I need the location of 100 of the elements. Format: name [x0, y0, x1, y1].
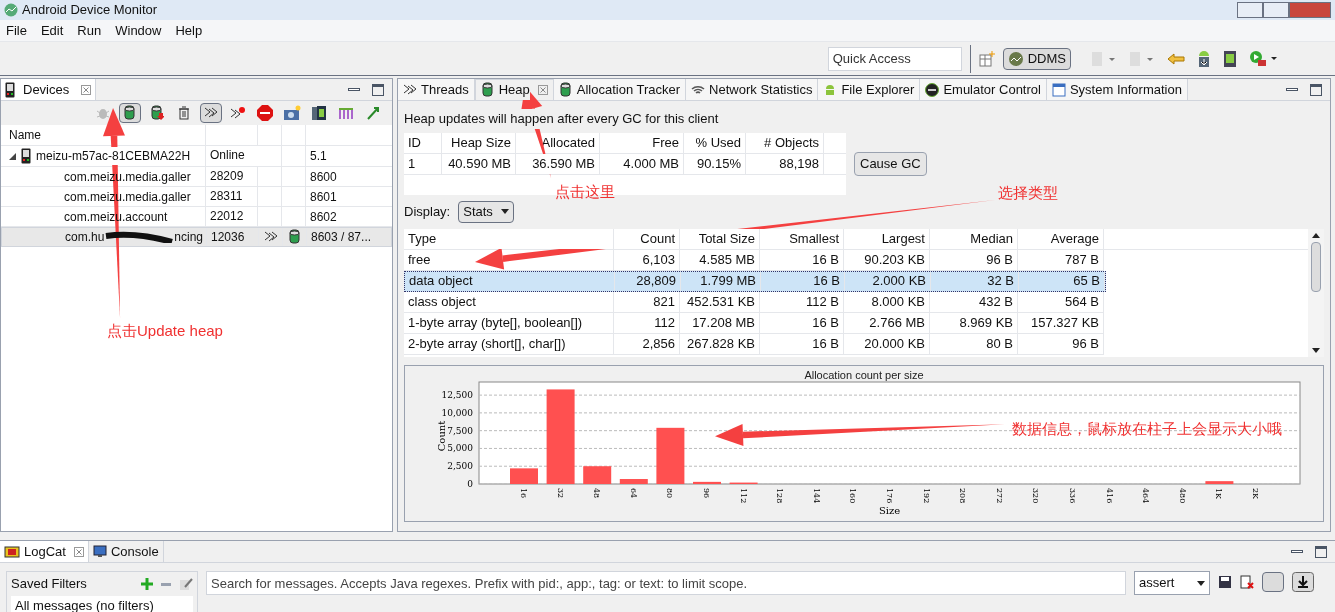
table-cell: 65 B [1019, 271, 1105, 291]
trash-icon [178, 106, 190, 120]
table-cell: 8.969 KB [930, 312, 1018, 333]
tab[interactable]: Emulator Control [920, 79, 1047, 100]
annotation-text: 点击Update heap [107, 321, 223, 341]
remove-icon[interactable] [161, 582, 171, 586]
expand-arrow-icon[interactable] [9, 152, 16, 160]
annotation-text: 点击这里 [555, 182, 615, 202]
caret-icon [1197, 580, 1205, 586]
database-icon [287, 229, 302, 245]
client-row[interactable]: com.hu ncing 12036 8603 / 87... [1, 227, 392, 247]
scrollbar[interactable] [1308, 228, 1324, 357]
tab[interactable]: Threads [398, 79, 475, 100]
x-tick-label: 464 [1141, 487, 1151, 503]
table-cell: 787 B [1018, 249, 1104, 270]
tab[interactable]: Heap [474, 79, 554, 100]
client-port: 8600 [309, 168, 338, 186]
app-logo-icon [4, 3, 18, 17]
toolbar-button[interactable] [119, 103, 141, 123]
client-pid: 28311 [206, 187, 258, 206]
close-icon[interactable] [73, 546, 84, 557]
bar[interactable] [546, 388, 575, 484]
phone-icon [21, 148, 31, 164]
y-tick-label: 5,000 [447, 442, 473, 453]
minimize-icon[interactable] [1286, 88, 1298, 91]
menu-item[interactable]: Window [115, 20, 162, 41]
close-icon[interactable] [537, 85, 548, 95]
menu-item[interactable]: Help [175, 20, 203, 41]
chart-title: Allocation count per size [804, 368, 924, 381]
close-icon[interactable] [81, 84, 92, 95]
window-icon [1051, 82, 1066, 97]
table-row[interactable]: data object 28,809 1.799 MB 16 B 2.000 KB 32 B 65 B [404, 270, 1106, 292]
table-cell: 1-byte array (byte[], boolean[]) [404, 312, 614, 333]
maximize-icon[interactable] [1315, 545, 1327, 558]
x-tick-label: 96 [702, 487, 711, 498]
table-cell: 112 [614, 312, 680, 333]
table-cell: class object [404, 291, 614, 312]
maximize-icon[interactable] [372, 83, 384, 96]
scroll-lock-icon[interactable] [1292, 572, 1314, 592]
x-tick-label: 2K [1251, 487, 1260, 499]
filter-item[interactable]: All messages (no filters) [11, 596, 193, 612]
run-icon[interactable] [1249, 49, 1279, 68]
table-row[interactable]: 2-byte array (short[], char[]) 2,856 267.828 KB 16 B 20.000 KB 80 B 96 B [404, 333, 1104, 355]
bar[interactable] [693, 481, 721, 484]
client-port: 8601 [309, 188, 338, 206]
clear-log-icon[interactable] [1240, 575, 1254, 589]
cause-gc-button[interactable]: Cause GC [854, 151, 927, 176]
table-cell: 8.000 KB [844, 291, 930, 312]
menu-item[interactable]: File [6, 20, 27, 41]
device-screen-icon[interactable] [1223, 49, 1237, 68]
tab[interactable]: Allocation Tracker [553, 79, 687, 100]
scroll-down-icon [1312, 347, 1320, 353]
threads-icon [204, 106, 218, 120]
add-icon[interactable] [141, 578, 153, 590]
table-cell: 80 B [930, 333, 1018, 354]
minimize-icon[interactable] [1291, 550, 1303, 553]
x-tick-label: 208 [958, 487, 968, 503]
column-header: Count [614, 228, 680, 249]
open-perspective-icon[interactable] [978, 50, 995, 67]
annotation-text: 选择类型 [998, 183, 1058, 203]
toolbar-button[interactable] [200, 103, 222, 123]
menu-item[interactable]: Edit [40, 20, 64, 41]
table-row[interactable]: class object 821 452.531 KB 112 B 8.000 KB 432 B 564 B [404, 291, 1104, 313]
threads-icon [403, 82, 417, 97]
tab[interactable]: LogCat [0, 541, 89, 562]
back-icon[interactable] [1167, 51, 1185, 66]
install-icon[interactable] [1197, 49, 1211, 68]
display-dropdown[interactable]: Stats [458, 200, 514, 223]
menu-item[interactable]: Run [77, 20, 102, 41]
tab[interactable]: File Explorer [818, 79, 921, 100]
tab[interactable]: Network Statistics [686, 79, 819, 100]
client-pid: 22012 [206, 207, 258, 226]
minimize-button[interactable] [1237, 2, 1263, 18]
devices-tab[interactable]: Devices [1, 79, 97, 100]
perspective-button[interactable]: DDMS [1002, 47, 1071, 70]
minimize-icon[interactable] [348, 88, 360, 91]
edit-icon[interactable] [179, 577, 193, 591]
quick-access-field[interactable]: Quick Access [827, 46, 962, 71]
save-icon[interactable] [1218, 575, 1232, 589]
toolbar-button[interactable] [254, 103, 276, 123]
tab[interactable]: Console [88, 541, 164, 562]
client-port: 8602 [309, 208, 338, 226]
tab[interactable]: System Information [1046, 79, 1188, 100]
maximize-icon[interactable] [1310, 83, 1322, 96]
bar[interactable] [1205, 480, 1234, 484]
log-level-dropdown[interactable]: assert [1134, 571, 1210, 595]
table-cell: 96 B [1018, 333, 1104, 354]
x-tick-label: 48 [592, 487, 602, 498]
y-tick-label: 10,000 [441, 407, 473, 418]
bar[interactable] [656, 427, 685, 484]
x-tick-label: 160 [848, 487, 858, 503]
panel-toggle-icon[interactable] [1262, 572, 1284, 592]
window-title: Android Device Monitor [22, 1, 158, 20]
database-icon [123, 105, 137, 121]
bar[interactable] [619, 478, 648, 484]
table-row[interactable]: 1-byte array (byte[], boolean[]) 112 17.208 MB 16 B 2.766 MB 8.969 KB 157.327 KB [404, 312, 1104, 334]
trace-icon [366, 106, 380, 120]
search-field[interactable]: Search for messages. Accepts Java regexes. Prefix with pid:, app:, tag: or text: to limit scope. [206, 571, 1126, 595]
maximize-button[interactable] [1263, 2, 1289, 18]
scrollbar-thumb[interactable] [1311, 241, 1321, 292]
